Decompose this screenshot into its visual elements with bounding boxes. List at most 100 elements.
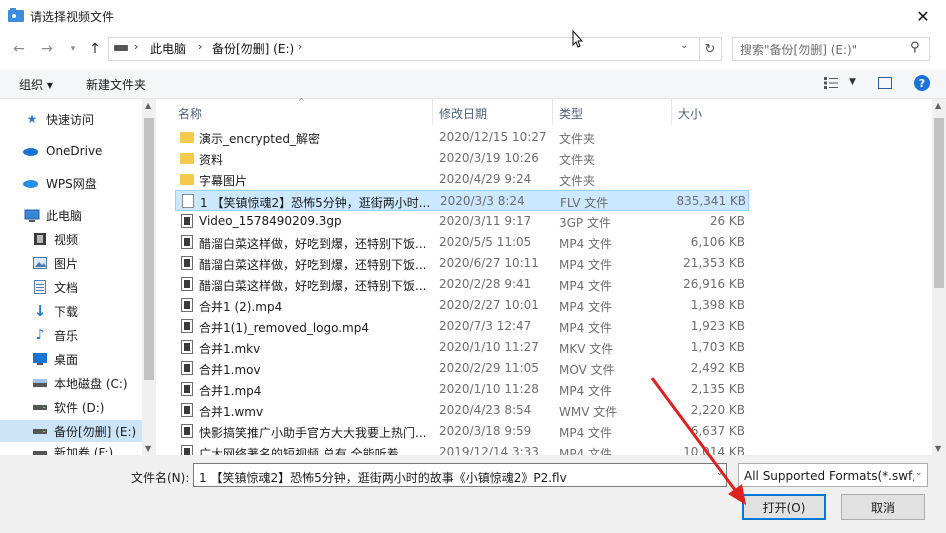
- file-row[interactable]: 醋溜白菜这样做，好吃到爆，还特别下饭... 2020/2/28 9:41 MP4 文…: [175, 274, 749, 295]
- file-size: 1,703 KB: [690, 340, 745, 354]
- download-icon: ↓: [33, 302, 47, 320]
- new-folder-button[interactable]: 新建文件夹: [86, 76, 146, 93]
- column-divider[interactable]: [432, 99, 433, 125]
- sidebar-item-wps[interactable]: WPS网盘: [0, 172, 142, 194]
- breadcrumb-chevron-icon[interactable]: ›: [198, 40, 202, 53]
- sidebar-item-label: 新加卷 (F:): [54, 446, 114, 455]
- cancel-button[interactable]: 取消: [841, 494, 925, 520]
- sidebar-item-documents[interactable]: 文档: [0, 276, 142, 298]
- file-list-scroll-thumb[interactable]: [934, 118, 944, 288]
- file-row[interactable]: 演示_encrypted_解密 2020/12/15 10:27 文件夹: [175, 127, 749, 148]
- video-file-icon: [181, 340, 193, 354]
- sidebar-item-downloads[interactable]: ↓ 下载: [0, 300, 142, 322]
- file-name: 1 【笑镇惊魂2】恐怖5分钟，逛街两小时...: [200, 196, 431, 210]
- file-name: 合并1(1)_removed_logo.mp4: [199, 321, 369, 335]
- filename-dropdown-icon[interactable]: ⌄: [716, 468, 724, 478]
- folder-icon: [180, 132, 194, 143]
- app-icon: [8, 8, 24, 22]
- file-row[interactable]: 合并1.wmv 2020/4/23 8:54 WMV 文件 2,220 KB: [175, 400, 749, 421]
- sidebar-item-quick-access[interactable]: ★ 快速访问: [0, 108, 142, 130]
- file-row[interactable]: Video_1578490209.3gp 2020/3/11 9:17 3GP 文件…: [175, 211, 749, 232]
- file-type: MP4 文件: [559, 384, 613, 398]
- file-name: 醋溜白菜这样做，好吃到爆，还特别下饭...: [199, 258, 427, 272]
- sidebar-item-onedrive[interactable]: OneDrive: [0, 140, 142, 162]
- refresh-icon[interactable]: ↻: [699, 37, 722, 61]
- video-file-icon: [181, 214, 193, 228]
- help-icon[interactable]: ?: [914, 75, 930, 91]
- search-placeholder: 搜索"备份[勿删] (E:)": [740, 43, 858, 57]
- computer-icon: [24, 208, 40, 222]
- sidebar-item-drive-f[interactable]: 新加卷 (F:): [0, 444, 142, 455]
- drive-icon: [32, 400, 48, 414]
- sidebar-item-label: 图片: [54, 256, 79, 271]
- sidebar-item-label: 下载: [54, 304, 79, 319]
- sidebar-item-label: WPS网盘: [46, 176, 97, 191]
- file-type: MKV 文件: [559, 342, 614, 356]
- scroll-down-icon[interactable]: ▼: [935, 444, 941, 453]
- file-type: MP4 文件: [559, 321, 613, 335]
- file-row[interactable]: 合并1.mp4 2020/1/10 11:28 MP4 文件 2,135 KB: [175, 379, 749, 400]
- breadcrumb-this-pc[interactable]: 此电脑: [150, 40, 186, 57]
- file-row[interactable]: 资料 2020/3/19 10:26 文件夹: [175, 148, 749, 169]
- column-header-size[interactable]: 大小: [678, 105, 702, 122]
- breadcrumb-drive-e[interactable]: 备份[勿删] (E:): [212, 40, 294, 57]
- sidebar-item-label: 视频: [54, 232, 79, 247]
- video-file-icon: [181, 424, 193, 438]
- sidebar-item-drive-e[interactable]: 备份[勿删] (E:): [0, 420, 142, 442]
- file-row[interactable]: 快影搞笑推广小助手官方大大我要上热门... 2020/3/18 9:59 MP4 文…: [175, 421, 749, 442]
- close-icon[interactable]: ✕: [900, 0, 946, 32]
- file-type: MP4 文件: [559, 279, 613, 293]
- sidebar-item-drive-d[interactable]: 软件 (D:): [0, 396, 142, 418]
- column-header-date[interactable]: 修改日期: [439, 105, 487, 122]
- documents-folder-icon: [32, 280, 48, 294]
- view-options-icon[interactable]: [824, 77, 838, 89]
- breadcrumb-chevron-icon[interactable]: ›: [298, 40, 302, 53]
- file-row[interactable]: 合并1.mov 2020/2/29 11:05 MOV 文件 2,492 KB: [175, 358, 749, 379]
- file-row[interactable]: 醋溜白菜这样做，好吃到爆，还特别下饭... 2020/6/27 10:11 MP4 …: [175, 253, 749, 274]
- file-row[interactable]: 合并1.mkv 2020/1/10 11:27 MKV 文件 1,703 KB: [175, 337, 749, 358]
- search-icon[interactable]: ⚲: [910, 40, 920, 55]
- file-row[interactable]: 合并1 (2).mp4 2020/2/27 10:01 MP4 文件 1,398 KB: [175, 295, 749, 316]
- file-name: 字幕图片: [199, 174, 248, 188]
- column-divider[interactable]: [552, 99, 553, 125]
- file-row[interactable]: 字幕图片 2020/4/29 9:24 文件夹: [175, 169, 749, 190]
- recent-locations-chevron-icon[interactable]: ▾: [62, 39, 84, 59]
- address-bar[interactable]: [108, 37, 700, 61]
- sidebar-item-music[interactable]: ♪ 音乐: [0, 324, 142, 346]
- sidebar-item-this-pc[interactable]: 此电脑: [0, 204, 142, 226]
- column-header-type[interactable]: 类型: [559, 105, 583, 122]
- breadcrumb-chevron-icon[interactable]: ›: [134, 40, 138, 53]
- file-row[interactable]: 1 【笑镇惊魂2】恐怖5分钟，逛街两小时... 2020/3/3 8:24 FLV …: [175, 190, 749, 211]
- column-divider[interactable]: [671, 99, 672, 125]
- file-row[interactable]: 合并1(1)_removed_logo.mp4 2020/7/3 12:47 MP4…: [175, 316, 749, 337]
- file-row[interactable]: 醋溜白菜这样做，好吃到爆，还特别下饭... 2020/5/5 11:05 MP4 文…: [175, 232, 749, 253]
- filter-dropdown-icon[interactable]: ⌄: [915, 468, 923, 478]
- sidebar-item-videos[interactable]: 视频: [0, 228, 142, 250]
- sidebar-item-desktop[interactable]: 桌面: [0, 348, 142, 370]
- organize-button[interactable]: 组织 ▾: [19, 76, 53, 93]
- file-type: MP4 文件: [559, 258, 613, 272]
- sidebar-item-label: 文档: [54, 280, 79, 295]
- video-file-icon: [181, 403, 193, 417]
- sidebar-item-drive-c[interactable]: 本地磁盘 (C:): [0, 372, 142, 394]
- file-name: 醋溜白菜这样做，好吃到爆，还特别下饭...: [199, 279, 427, 293]
- address-dropdown-icon[interactable]: ⌄: [680, 40, 688, 51]
- scroll-up-icon[interactable]: ▲: [145, 101, 151, 110]
- pictures-folder-icon: [32, 256, 48, 270]
- scroll-up-icon[interactable]: ▲: [935, 101, 941, 110]
- sidebar-item-pictures[interactable]: 图片: [0, 252, 142, 274]
- back-arrow-icon[interactable]: ←: [8, 39, 30, 59]
- forward-arrow-icon[interactable]: →: [36, 39, 58, 59]
- cloud-icon: [22, 144, 38, 158]
- column-header-name[interactable]: 名称: [178, 105, 202, 122]
- preview-pane-icon[interactable]: [878, 77, 892, 89]
- star-icon: ★: [26, 112, 38, 126]
- sidebar-item-label: 备份[勿删] (E:): [54, 424, 137, 439]
- music-icon: ♪: [35, 327, 45, 343]
- scroll-down-icon[interactable]: ▼: [145, 444, 151, 453]
- open-button[interactable]: 打开(O): [742, 494, 826, 520]
- sidebar-scroll-thumb[interactable]: [144, 118, 154, 380]
- up-arrow-icon[interactable]: ↑: [84, 39, 106, 59]
- file-date: 2020/6/27 10:11: [439, 256, 539, 270]
- view-dropdown-icon[interactable]: ▼: [849, 77, 856, 87]
